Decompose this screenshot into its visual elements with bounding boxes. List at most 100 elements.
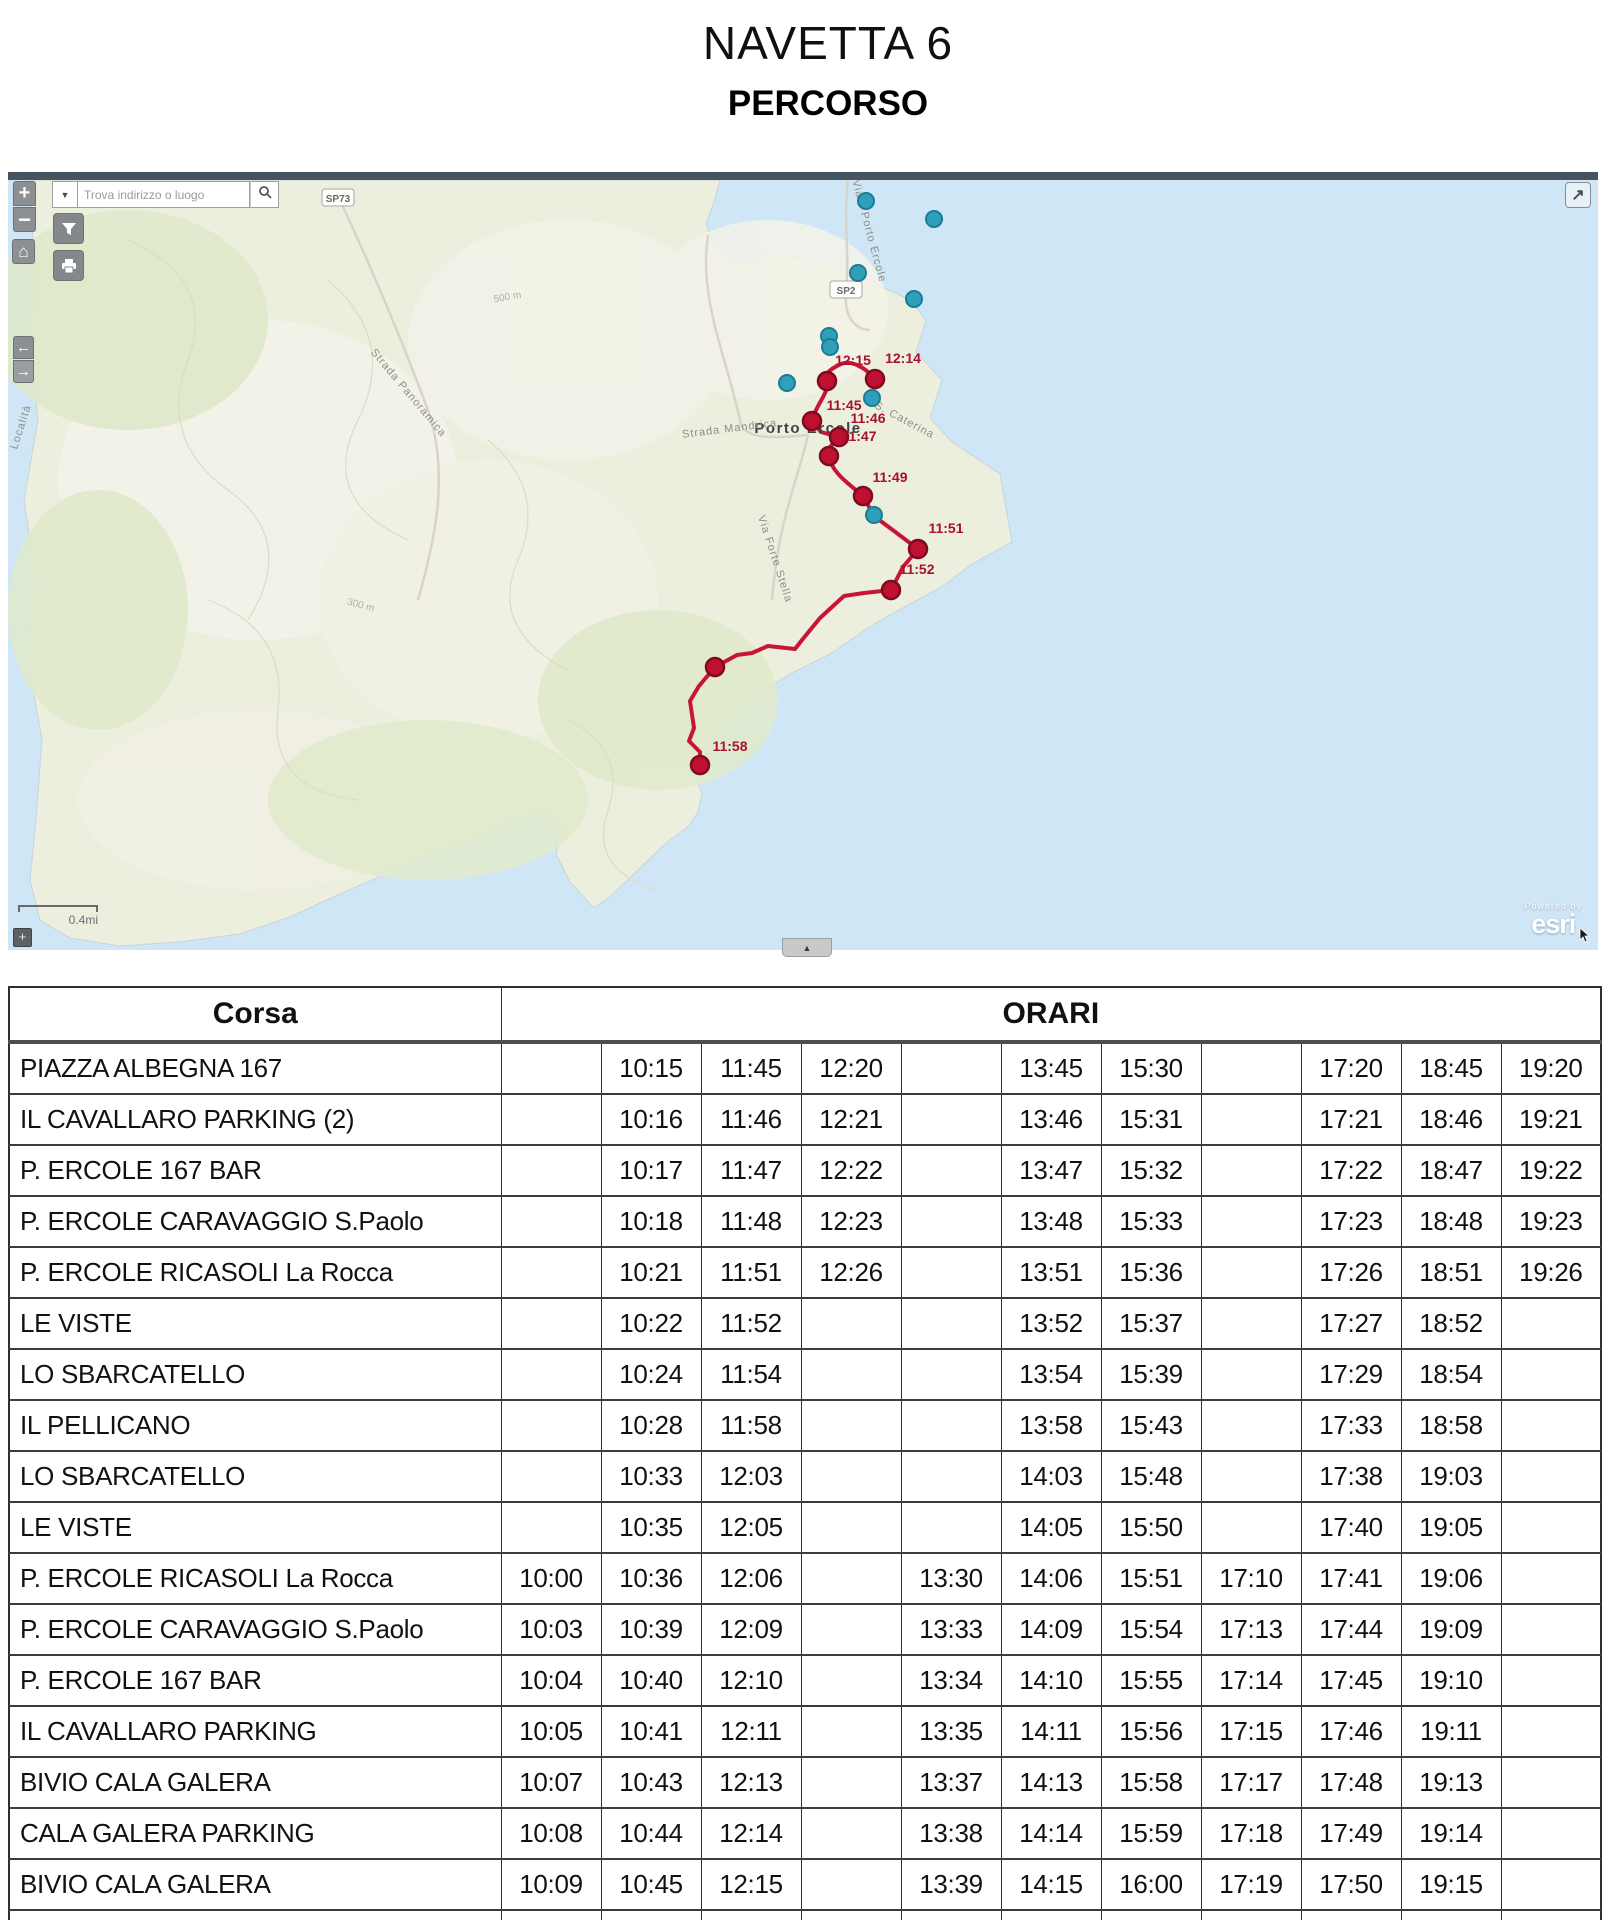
time-cell [1501, 1757, 1601, 1808]
time-cell: 19:21 [1501, 1094, 1601, 1145]
time-cell [1501, 1655, 1601, 1706]
time-cell [901, 1094, 1001, 1145]
scale-bar: 0.4mi [18, 905, 98, 927]
time-cell [801, 1553, 901, 1604]
time-cell [1201, 1145, 1301, 1196]
time-cell: 17:40 [1301, 1502, 1401, 1553]
overview-toggle-button[interactable]: + [13, 928, 32, 947]
time-cell: 12:11 [701, 1706, 801, 1757]
time-cell: 17:23 [1301, 1196, 1401, 1247]
time-cell: 17:46 [1301, 1706, 1401, 1757]
route-stop-marker[interactable] [882, 581, 900, 599]
route-stop-marker[interactable] [820, 447, 838, 465]
page-title: NAVETTA 6 [48, 16, 1608, 70]
time-cell: 15:51 [1101, 1553, 1201, 1604]
time-cell: 14:13 [1001, 1757, 1101, 1808]
time-cell: 12:14 [701, 1808, 801, 1859]
table-header-row: Corsa ORARI [9, 987, 1601, 1042]
table-row: PIAZZA ALBEGNA 16710:1010:4612:1613:4014… [9, 1910, 1601, 1920]
time-cell: 10:41 [601, 1706, 701, 1757]
route-stop-marker[interactable] [706, 658, 724, 676]
time-cell: 12:20 [801, 1042, 901, 1094]
poi-stop-dot[interactable] [850, 265, 866, 281]
table-row: IL PELLICANO10:2811:5813:5815:4317:3318:… [9, 1400, 1601, 1451]
time-cell [501, 1400, 601, 1451]
time-cell: 13:40 [901, 1910, 1001, 1920]
time-cell: 12:03 [701, 1451, 801, 1502]
home-extent-button[interactable]: ⌂ [12, 239, 35, 264]
time-cell: 14:03 [1001, 1451, 1101, 1502]
time-cell: 19:23 [1501, 1196, 1601, 1247]
route-time-label: 12:14 [885, 350, 921, 366]
route-stop-marker[interactable] [818, 372, 836, 390]
time-cell: 10:08 [501, 1808, 601, 1859]
time-cell: 17:50 [1301, 1859, 1401, 1910]
stop-name-cell: IL CAVALLARO PARKING [9, 1706, 501, 1757]
next-extent-button[interactable]: → [13, 360, 34, 383]
time-cell [501, 1094, 601, 1145]
time-cell [1201, 1349, 1301, 1400]
time-cell: 15:37 [1101, 1298, 1201, 1349]
time-cell [501, 1451, 601, 1502]
previous-extent-button[interactable]: ← [13, 336, 34, 359]
route-stop-marker[interactable] [803, 412, 821, 430]
route-stop-marker[interactable] [866, 370, 884, 388]
time-cell: 10:07 [501, 1757, 601, 1808]
print-button[interactable] [53, 250, 84, 281]
zoom-in-button[interactable]: + [13, 181, 36, 206]
table-row: LE VISTE10:2211:5213:5215:3717:2718:52 [9, 1298, 1601, 1349]
time-cell: 13:34 [901, 1655, 1001, 1706]
time-cell: 15:39 [1101, 1349, 1201, 1400]
time-cell [501, 1247, 601, 1298]
route-map[interactable]: Porto ErcoleStrada MandricaVia Forte Ste… [8, 172, 1598, 950]
poi-stop-dot[interactable] [858, 193, 874, 209]
route-stop-marker[interactable] [691, 756, 709, 774]
search-button[interactable] [250, 181, 279, 208]
map-canvas[interactable]: Porto ErcoleStrada MandricaVia Forte Ste… [8, 180, 1598, 950]
time-cell: 10:05 [501, 1706, 601, 1757]
filter-button[interactable] [53, 213, 84, 244]
poi-stop-dot[interactable] [906, 291, 922, 307]
time-cell: 15:31 [1101, 1094, 1201, 1145]
poi-stop-dot[interactable] [864, 390, 880, 406]
poi-stop-dot[interactable] [779, 375, 795, 391]
time-cell: 19:20 [1501, 1042, 1601, 1094]
search-dropdown-button[interactable]: ▼ [52, 181, 78, 208]
time-cell: 10:43 [601, 1757, 701, 1808]
time-cell: 14:06 [1001, 1553, 1101, 1604]
route-stop-marker[interactable] [854, 487, 872, 505]
time-cell [501, 1196, 601, 1247]
table-row: P. ERCOLE CARAVAGGIO S.Paolo10:1811:4812… [9, 1196, 1601, 1247]
time-cell: 12:16 [701, 1910, 801, 1920]
time-cell: 18:54 [1401, 1349, 1501, 1400]
home-icon: ⌂ [18, 242, 28, 262]
search-input[interactable] [78, 181, 250, 208]
poi-stop-dot[interactable] [866, 507, 882, 523]
time-cell: 12:23 [801, 1196, 901, 1247]
time-cell: 14:09 [1001, 1604, 1101, 1655]
time-cell: 11:52 [701, 1298, 801, 1349]
route-stop-marker[interactable] [909, 540, 927, 558]
time-cell: 10:21 [601, 1247, 701, 1298]
measure-button[interactable]: ↗ [1565, 182, 1591, 208]
poi-stop-dot[interactable] [926, 211, 942, 227]
zoom-out-button[interactable]: − [13, 207, 36, 232]
time-cell: 19:11 [1401, 1706, 1501, 1757]
scale-bar-label: 0.4mi [18, 913, 98, 927]
time-cell: 16:00 [1101, 1859, 1201, 1910]
time-cell: 17:41 [1301, 1553, 1401, 1604]
route-time-label: 11:58 [712, 738, 747, 754]
table-row: LE VISTE10:3512:0514:0515:5017:4019:05 [9, 1502, 1601, 1553]
table-row: P. ERCOLE CARAVAGGIO S.Paolo10:0310:3912… [9, 1604, 1601, 1655]
time-cell: 11:58 [701, 1400, 801, 1451]
route-time-label: 11:47 [841, 428, 876, 444]
time-cell [901, 1042, 1001, 1094]
time-cell: 13:47 [1001, 1145, 1101, 1196]
scale-bar-line [18, 905, 98, 912]
orari-header: ORARI [501, 987, 1601, 1042]
map-collapse-tab[interactable]: ▲ [782, 938, 832, 957]
table-row: LO SBARCATELLO10:3312:0314:0315:4817:381… [9, 1451, 1601, 1502]
time-cell [1201, 1400, 1301, 1451]
time-cell [801, 1400, 901, 1451]
stop-name-cell: P. ERCOLE 167 BAR [9, 1145, 501, 1196]
